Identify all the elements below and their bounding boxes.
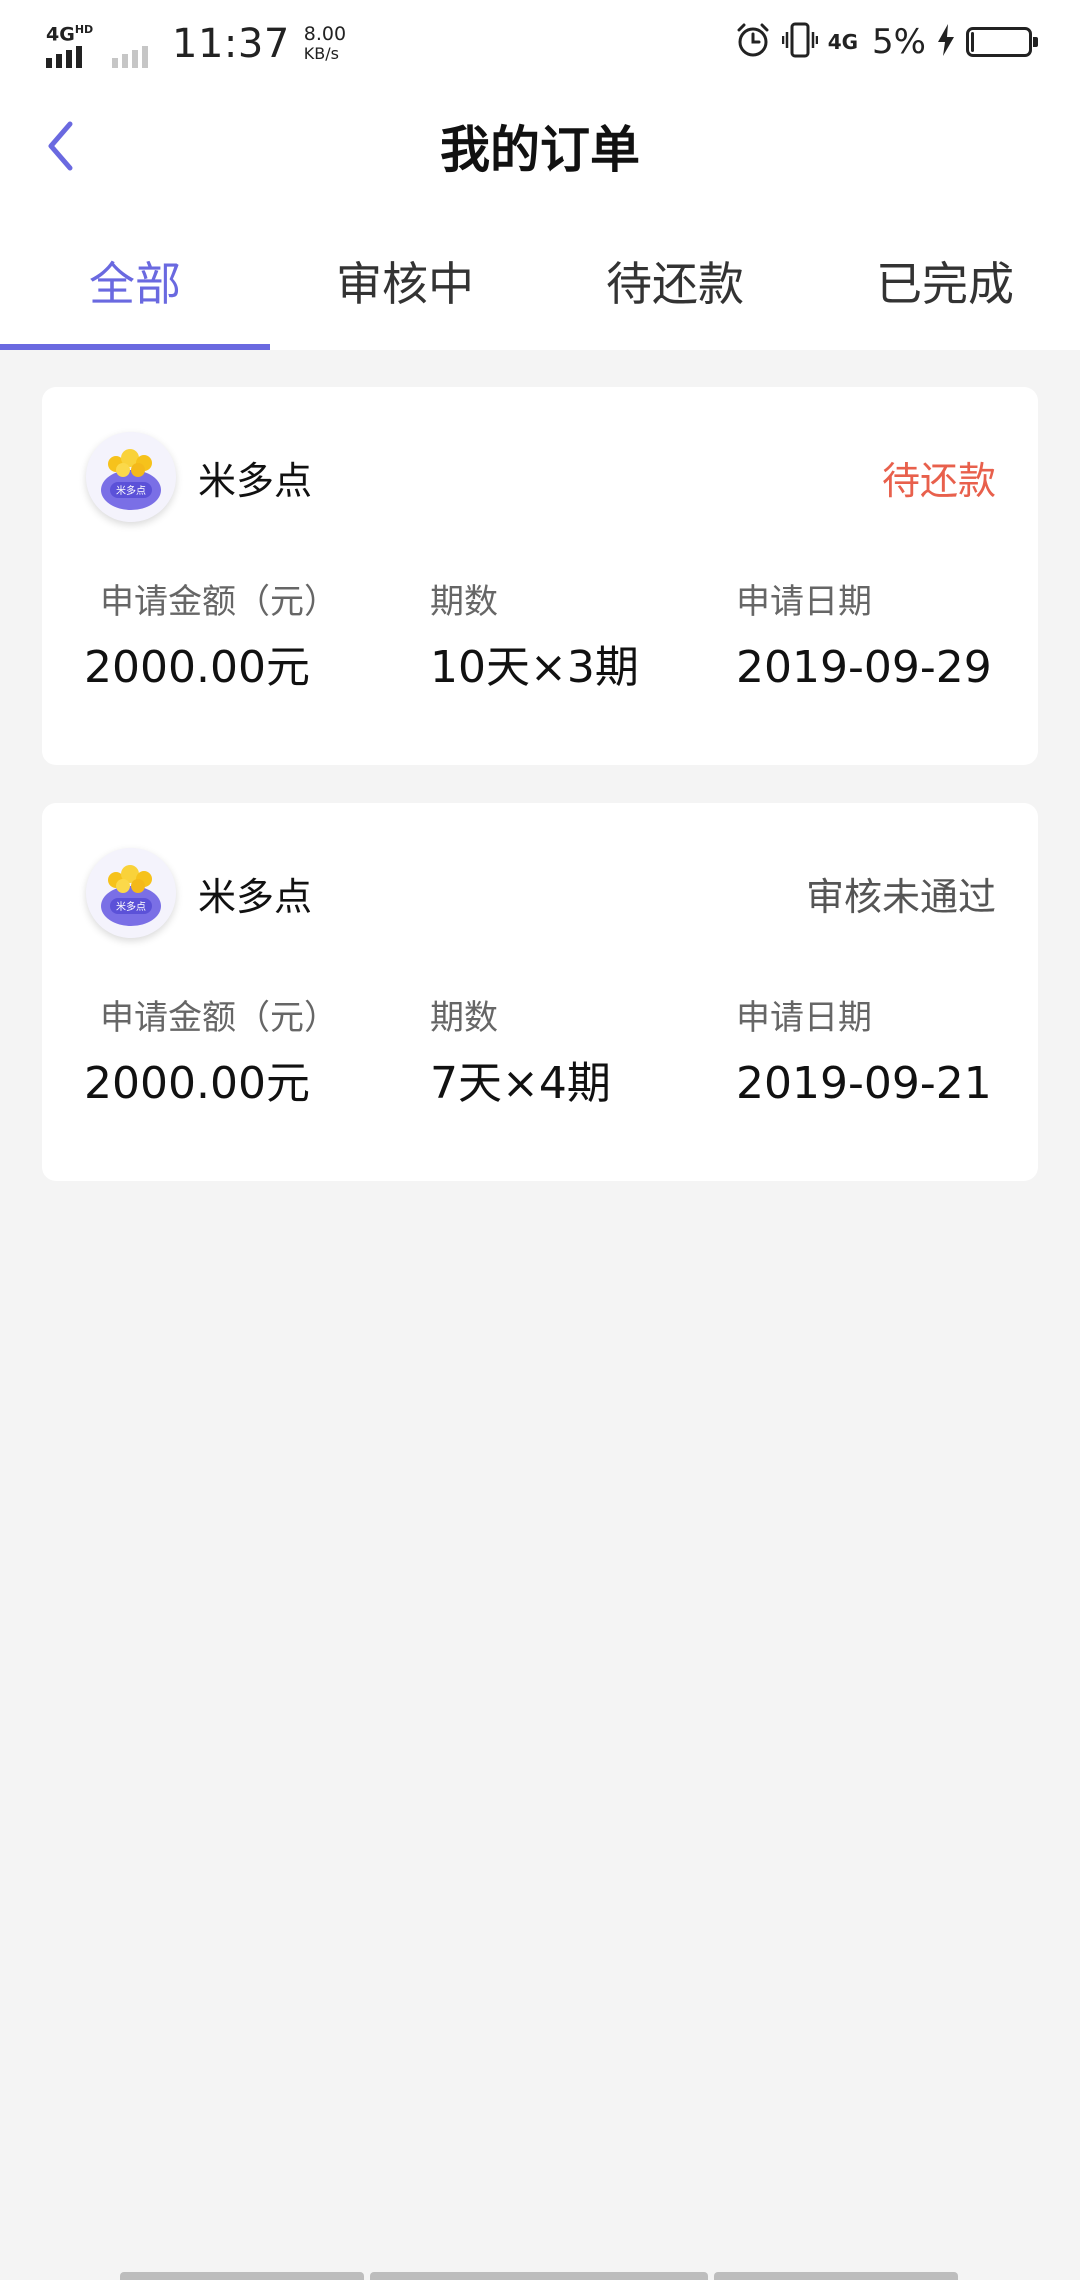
network-type: 4G (46, 23, 75, 46)
order-card-header: 米多点 米多点 待还款 (86, 429, 996, 525)
home-indicator[interactable] (120, 2272, 958, 2280)
network-speed-value: 8.00 (303, 23, 347, 45)
date-value: 2019-09-29 (736, 642, 992, 693)
tab-pending-repayment[interactable]: 待还款 (540, 225, 810, 350)
date-field: 申请日期 2019-09-21 (736, 998, 992, 1110)
amount-field: 申请金额（元） 2000.00元 (84, 998, 338, 1110)
amount-field: 申请金额（元） 2000.00元 (84, 582, 338, 694)
home-indicator-segment (370, 2272, 708, 2280)
amount-label: 申请金额（元） (100, 998, 338, 1038)
secondary-signal-icon (112, 20, 156, 68)
tab-label: 已完成 (876, 257, 1014, 311)
merchant-name: 米多点 (198, 874, 313, 919)
date-label: 申请日期 (736, 998, 872, 1038)
network-speed-unit: KB/s (303, 44, 339, 63)
tab-all[interactable]: 全部 (0, 225, 270, 350)
battery-percent: 5% (872, 22, 926, 62)
network-type-sup: HD (74, 23, 94, 36)
order-card[interactable]: 米多点 米多点 审核未通过 申请金额（元） 2000.00元 期数 7天×4期 … (42, 803, 1038, 1181)
status-bar: 4GHD 11:37 8.00 KB/s 4G 5% (0, 0, 1080, 84)
periods-value: 10天×3期 (430, 642, 639, 693)
page-title: 我的订单 (440, 121, 640, 179)
order-tabs: 全部 审核中 待还款 已完成 (0, 225, 1080, 350)
home-indicator-segment (714, 2272, 958, 2280)
periods-label: 期数 (430, 998, 498, 1038)
order-details: 申请金额（元） 2000.00元 期数 10天×3期 申请日期 2019-09-… (84, 582, 996, 712)
merchant-logo: 米多点 (86, 432, 176, 522)
tab-label: 待还款 (606, 257, 744, 311)
merchant-name: 米多点 (198, 458, 313, 503)
date-value: 2019-09-21 (736, 1058, 992, 1109)
active-tab-indicator (0, 344, 270, 350)
periods-label: 期数 (430, 582, 498, 622)
merchant-logo: 米多点 (86, 848, 176, 938)
amount-value: 2000.00元 (84, 1058, 310, 1109)
merchant-logo-text: 米多点 (116, 484, 146, 497)
order-card-header: 米多点 米多点 审核未通过 (86, 845, 996, 941)
order-status: 审核未通过 (805, 874, 996, 919)
charging-icon (936, 23, 956, 61)
order-details: 申请金额（元） 2000.00元 期数 7天×4期 申请日期 2019-09-2… (84, 998, 996, 1128)
signal-icon: 4GHD (46, 20, 100, 68)
merchant-logo-text: 米多点 (116, 900, 146, 913)
date-field: 申请日期 2019-09-29 (736, 582, 992, 694)
status-time: 11:37 (172, 21, 290, 67)
status-bar-right: 4G 5% (734, 18, 1038, 66)
tab-reviewing[interactable]: 审核中 (270, 225, 540, 350)
secondary-network-type: 4G (827, 30, 859, 54)
tab-label: 审核中 (336, 257, 474, 311)
amount-label: 申请金额（元） (100, 582, 338, 622)
status-bar-left: 4GHD 11:37 8.00 KB/s (46, 14, 346, 74)
vibrate-icon (781, 20, 818, 64)
periods-field: 期数 10天×3期 (430, 582, 639, 694)
order-card[interactable]: 米多点 米多点 待还款 申请金额（元） 2000.00元 期数 10天×3期 申… (42, 387, 1038, 765)
header: 我的订单 (0, 100, 1080, 200)
home-indicator-segment (120, 2272, 364, 2280)
amount-value: 2000.00元 (84, 642, 310, 693)
order-list: 米多点 米多点 待还款 申请金额（元） 2000.00元 期数 10天×3期 申… (42, 387, 1038, 1219)
periods-field: 期数 7天×4期 (430, 998, 611, 1110)
battery-icon (966, 27, 1038, 57)
battery-level (971, 32, 974, 52)
date-label: 申请日期 (736, 582, 872, 622)
order-status: 待还款 (881, 458, 996, 503)
periods-value: 7天×4期 (430, 1058, 611, 1109)
network-speed: 8.00 KB/s (303, 23, 347, 64)
tab-label: 全部 (89, 257, 181, 311)
tab-completed[interactable]: 已完成 (810, 225, 1080, 350)
alarm-icon (734, 21, 772, 63)
